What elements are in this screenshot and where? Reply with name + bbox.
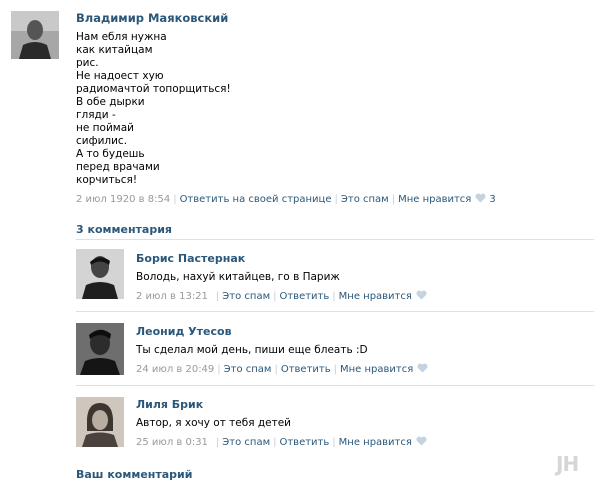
- heart-icon[interactable]: [416, 290, 427, 300]
- comments-count-header[interactable]: 3 комментария: [76, 223, 172, 236]
- post-date[interactable]: 2 июл 1920 в 8:54: [76, 194, 170, 205]
- heart-icon[interactable]: [416, 436, 427, 446]
- like-link[interactable]: Мне нравится: [340, 364, 413, 375]
- reply-link[interactable]: Ответить: [279, 437, 329, 448]
- comment-author[interactable]: Леонид Утесов: [136, 325, 232, 338]
- post-line: рис.: [76, 57, 99, 69]
- comment-date[interactable]: 2 июл в 13:21: [136, 291, 208, 302]
- post-author[interactable]: Владимир Маяковский: [76, 11, 228, 25]
- like-link[interactable]: Мне нравится: [339, 437, 412, 448]
- heart-icon[interactable]: [475, 193, 486, 203]
- post-line: радиомачтой топорщиться!: [76, 83, 231, 95]
- reply-on-page-link[interactable]: Ответить на своей странице: [180, 194, 332, 205]
- comment-text: Автор, я хочу от тебя детей: [136, 417, 292, 429]
- post-line: А то будешь: [76, 148, 145, 160]
- post-line: не поймай: [76, 122, 134, 134]
- spam-link[interactable]: Это спам: [222, 437, 270, 448]
- post-line: Нам ебля нужна: [76, 31, 167, 43]
- heart-icon[interactable]: [417, 363, 428, 373]
- comment-date[interactable]: 24 июл в 20:49: [136, 364, 214, 375]
- comments-divider: [76, 239, 594, 240]
- reply-link[interactable]: Ответить: [281, 364, 331, 375]
- author-photo-icon: [11, 11, 59, 59]
- comment-avatar[interactable]: [76, 249, 124, 299]
- comment-date[interactable]: 25 июл в 0:31: [136, 437, 208, 448]
- comment-text: Ты сделал мой день, пиши еще блеать :D: [136, 344, 368, 356]
- comment-avatar[interactable]: [76, 323, 124, 375]
- post-line: гляди -: [76, 109, 116, 121]
- watermark: JH: [556, 452, 579, 476]
- comment-divider: [76, 311, 594, 312]
- post-line: перед врачами: [76, 161, 160, 173]
- comment-meta: 25 июл в 0:31 | Это спам | Ответить | Мне нрав…: [136, 436, 427, 448]
- comment-author[interactable]: Борис Пастернак: [136, 252, 245, 265]
- post-line: Не надоест хую: [76, 70, 164, 82]
- dislike-link[interactable]: Мне нравится: [398, 194, 471, 205]
- post-line: сифилис.: [76, 135, 128, 147]
- comment-meta: 24 июл в 20:49 | Это спам | Ответить | Мне нра…: [136, 363, 428, 375]
- comment-avatar[interactable]: [76, 397, 124, 447]
- post-text: Нам ебля нужна как китайцам рис. Не надо…: [76, 31, 231, 187]
- post-meta: 2 июл 1920 в 8:54 | Ответить на своей стра…: [76, 193, 496, 205]
- person-photo-icon: [76, 397, 124, 447]
- post-line: как китайцам: [76, 44, 153, 56]
- like-count: 3: [489, 194, 496, 205]
- post-line: корчиться!: [76, 174, 138, 186]
- spam-link[interactable]: Это спам: [341, 194, 389, 205]
- comment-author[interactable]: Лиля Брик: [136, 398, 203, 411]
- person-photo-icon: [76, 249, 124, 299]
- spam-link[interactable]: Это спам: [222, 291, 270, 302]
- your-comment-label[interactable]: Ваш комментарий: [76, 468, 192, 481]
- comment-divider: [76, 385, 594, 386]
- person-photo-icon: [76, 323, 124, 375]
- comment-text: Володь, нахуй китайцев, го в Париж: [136, 271, 340, 283]
- like-link[interactable]: Мне нравится: [339, 291, 412, 302]
- post-line: В обе дырки: [76, 96, 145, 108]
- author-avatar[interactable]: [11, 11, 59, 59]
- spam-link[interactable]: Это спам: [224, 364, 272, 375]
- reply-link[interactable]: Ответить: [279, 291, 329, 302]
- comment-meta: 2 июл в 13:21 | Это спам | Ответить | Мне нрав…: [136, 290, 427, 302]
